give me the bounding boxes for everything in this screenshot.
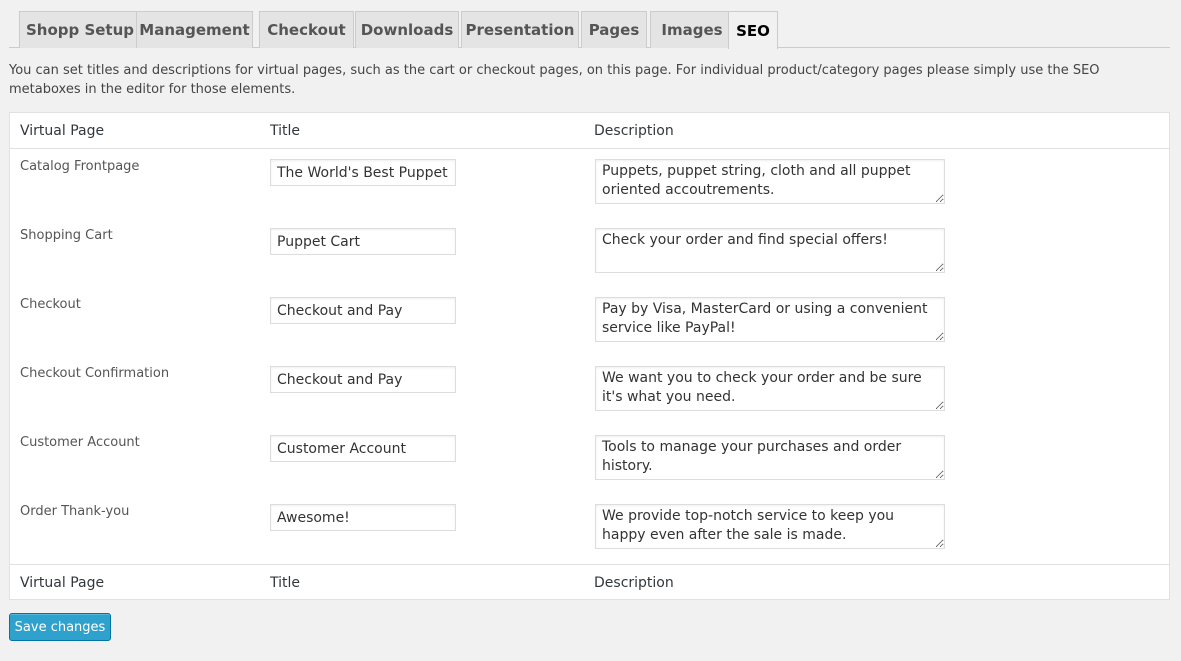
save-changes-button[interactable]: Save changes [9, 613, 111, 641]
tab-downloads[interactable]: Downloads [355, 11, 459, 48]
footer-description: Description [594, 575, 674, 591]
tab-shopp-setup[interactable]: Shopp Setup [19, 11, 141, 48]
tab-management[interactable]: Management [136, 11, 253, 48]
header-description: Description [594, 123, 674, 139]
description-input-checkout[interactable]: Pay by Visa, MasterCard or using a conve… [595, 297, 945, 342]
table-row: Shopping Cart Check your order and find … [10, 218, 1169, 287]
header-title: Title [270, 123, 301, 139]
tab-presentation[interactable]: Presentation [461, 11, 579, 48]
description-input-checkout-confirmation[interactable]: We want you to check your order and be s… [595, 366, 945, 411]
description-input-order-thank-you[interactable]: We provide top-notch service to keep you… [595, 504, 945, 549]
row-label: Checkout [20, 297, 81, 312]
intro-text: You can set titles and descriptions for … [9, 63, 1100, 97]
row-label: Order Thank-you [20, 504, 130, 519]
table-header: Virtual Page Title Description [10, 113, 1169, 149]
title-input-checkout-confirmation[interactable] [270, 366, 456, 393]
seo-table: Virtual Page Title Description Catalog F… [9, 112, 1170, 600]
tab-checkout[interactable]: Checkout [259, 11, 354, 48]
row-label: Shopping Cart [20, 228, 113, 243]
row-label: Catalog Frontpage [20, 159, 140, 174]
title-input-order-thank-you[interactable] [270, 504, 456, 531]
settings-tabs: Shopp Setup Management Checkout Download… [9, 10, 1170, 49]
row-label: Customer Account [20, 435, 140, 450]
title-input-shopping-cart[interactable] [270, 228, 456, 255]
row-label: Checkout Confirmation [20, 366, 170, 381]
table-row: Customer Account Tools to manage your pu… [10, 425, 1169, 494]
table-row: Checkout Confirmation We want you to che… [10, 356, 1169, 425]
description-input-shopping-cart[interactable]: Check your order and find special offers… [595, 228, 945, 273]
table-row: Checkout Pay by Visa, MasterCard or usin… [10, 287, 1169, 356]
title-input-checkout[interactable] [270, 297, 456, 324]
description-input-catalog-frontpage[interactable]: Puppets, puppet string, cloth and all pu… [595, 159, 945, 204]
table-footer: Virtual Page Title Description [10, 564, 1169, 600]
table-row: Order Thank-you We provide top-notch ser… [10, 494, 1169, 563]
tab-seo[interactable]: SEO [728, 11, 778, 49]
description-input-customer-account[interactable]: Tools to manage your purchases and order… [595, 435, 945, 480]
table-row: Catalog Frontpage Puppets, puppet string… [10, 149, 1169, 218]
tab-images[interactable]: Images [650, 11, 734, 48]
tab-pages[interactable]: Pages [581, 11, 647, 48]
title-input-customer-account[interactable] [270, 435, 456, 462]
footer-virtual-page: Virtual Page [20, 575, 105, 591]
title-input-catalog-frontpage[interactable] [270, 159, 456, 186]
header-virtual-page: Virtual Page [20, 123, 105, 139]
footer-title: Title [270, 575, 301, 591]
